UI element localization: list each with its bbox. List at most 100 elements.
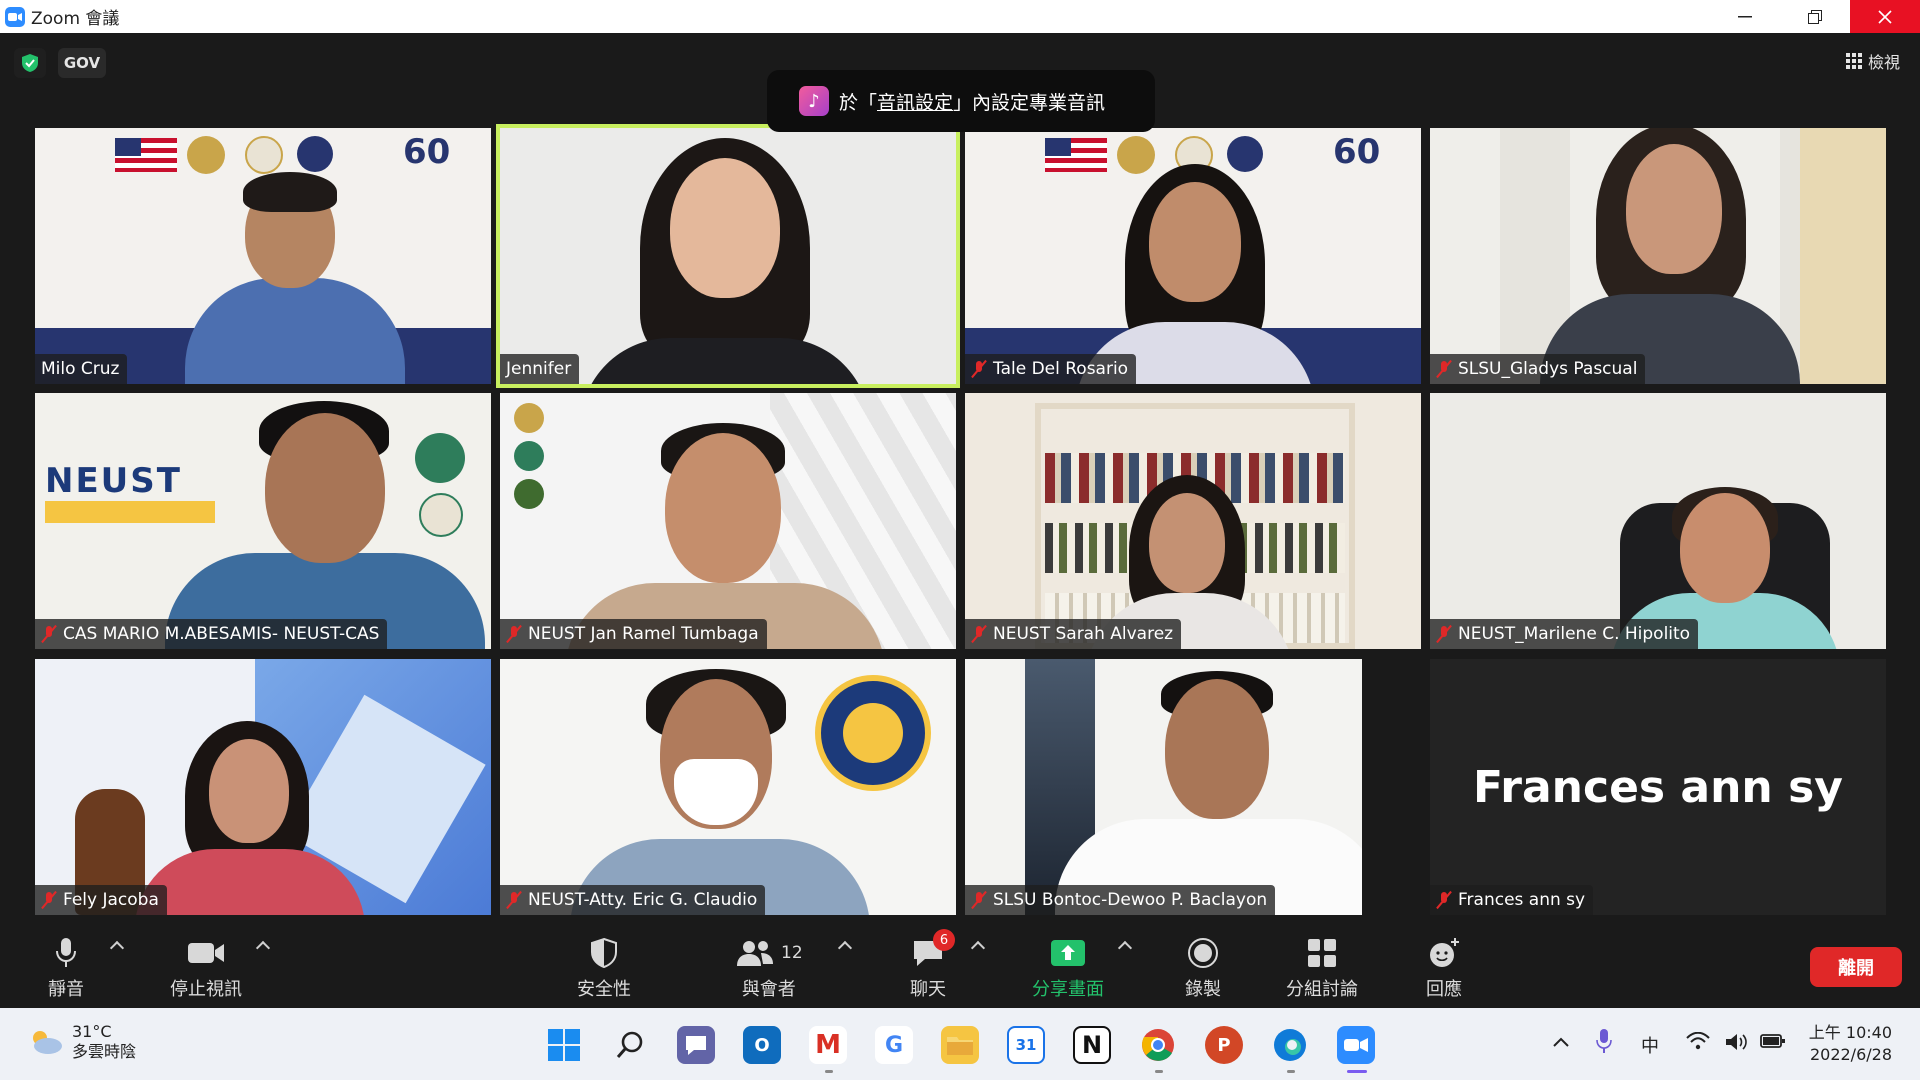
participant-name: Fely Jacoba bbox=[63, 890, 159, 910]
audio-settings-link[interactable]: 音訊設定 bbox=[877, 88, 953, 115]
share-screen-button[interactable]: 分享畫面 bbox=[1032, 933, 1104, 1001]
record-icon bbox=[1187, 933, 1219, 973]
stop-video-label: 停止視訊 bbox=[170, 979, 242, 1000]
breakout-rooms-button[interactable]: 分組討論 bbox=[1286, 933, 1358, 1001]
participant-name: CAS MARIO M.ABESAMIS- NEUST-CAS bbox=[63, 624, 380, 644]
powerpoint-icon[interactable]: P bbox=[1205, 1026, 1243, 1064]
participant-nameplate: Tale Del Rosario bbox=[965, 354, 1137, 384]
video-camera-icon bbox=[186, 933, 226, 973]
participant-nameplate: Milo Cruz bbox=[35, 354, 128, 384]
gov-badge[interactable]: GOV bbox=[58, 48, 106, 78]
weather-temperature: 31°C bbox=[72, 1022, 112, 1041]
video-tile-jennifer[interactable]: Jennifer bbox=[496, 124, 960, 388]
stop-video-button[interactable]: 停止視訊 bbox=[170, 933, 242, 1001]
chat-options-caret[interactable] bbox=[970, 940, 986, 956]
google-calendar-icon[interactable]: 31 bbox=[1007, 1026, 1045, 1064]
video-tile-eric-claudio[interactable]: NEUST-Atty. Eric G. Claudio bbox=[500, 659, 956, 915]
minimize-button[interactable] bbox=[1710, 0, 1780, 33]
mic-muted-icon bbox=[971, 625, 987, 643]
windows-start-icon[interactable] bbox=[545, 1026, 583, 1064]
view-button[interactable]: 檢視 bbox=[1845, 46, 1900, 76]
participant-nameplate: NEUST_Marilene C. Hipolito bbox=[1430, 619, 1699, 649]
title-bar: Zoom 會議 bbox=[0, 0, 1920, 33]
notice-prefix: 於「 bbox=[839, 91, 878, 114]
participant-name: NEUST Sarah Alvarez bbox=[993, 624, 1174, 644]
music-note-icon: ♪ bbox=[799, 86, 829, 116]
breakout-rooms-label: 分組討論 bbox=[1286, 979, 1358, 1000]
video-tile-milo-cruz[interactable]: 60 Milo Cruz bbox=[35, 128, 491, 384]
participant-nameplate: NEUST-Atty. Eric G. Claudio bbox=[500, 885, 766, 915]
participant-nameplate: CAS MARIO M.ABESAMIS- NEUST-CAS bbox=[35, 619, 388, 649]
mic-muted-icon bbox=[41, 891, 57, 909]
participants-icon: 12 bbox=[735, 933, 803, 973]
view-label: 檢視 bbox=[1867, 53, 1900, 72]
gmail-icon[interactable]: M bbox=[809, 1026, 847, 1064]
battery-charging-icon[interactable] bbox=[1760, 1032, 1786, 1055]
participant-name: Frances ann sy bbox=[1458, 890, 1586, 910]
participant-nameplate: Frances ann sy bbox=[1430, 885, 1594, 915]
security-shield-icon[interactable] bbox=[14, 48, 46, 78]
mic-muted-icon bbox=[971, 891, 987, 909]
video-tile-jan-ramel-tumbaga[interactable]: NEUST Jan Ramel Tumbaga bbox=[500, 393, 956, 649]
mic-muted-icon bbox=[1436, 625, 1452, 643]
reactions-label: 回應 bbox=[1426, 979, 1462, 1000]
microphone-tray-icon[interactable] bbox=[1596, 1028, 1612, 1059]
microphone-icon bbox=[53, 933, 79, 973]
video-tile-fely-jacoba[interactable]: Fely Jacoba bbox=[35, 659, 491, 915]
video-options-caret[interactable] bbox=[255, 940, 271, 956]
video-tile-sarah-alvarez[interactable]: NEUST Sarah Alvarez bbox=[965, 393, 1421, 649]
restore-button[interactable] bbox=[1780, 0, 1850, 33]
participant-name: SLSU_Gladys Pascual bbox=[1458, 359, 1638, 379]
chevron-up-icon[interactable] bbox=[1552, 1032, 1570, 1053]
weather-widget[interactable]: 31°C 多雲時陰 bbox=[28, 1022, 136, 1062]
participant-name: Milo Cruz bbox=[41, 359, 120, 379]
grid-view-icon bbox=[1845, 53, 1862, 69]
chat-icon: 6 bbox=[911, 929, 955, 973]
video-tile-gladys-pascual[interactable]: SLSU_Gladys Pascual bbox=[1430, 128, 1886, 384]
participant-name: Jennifer bbox=[506, 359, 572, 379]
video-tile-mario-abesamis[interactable]: NEUST CAS MARIO M.ABESAMIS- NEUST-CAS bbox=[35, 393, 491, 649]
notion-icon[interactable]: N bbox=[1073, 1026, 1111, 1064]
audio-options-caret[interactable] bbox=[109, 940, 125, 956]
video-tile-tale-del-rosario[interactable]: 60 Tale Del Rosario bbox=[965, 128, 1421, 384]
wifi-icon[interactable] bbox=[1686, 1031, 1710, 1055]
mic-muted-icon bbox=[1436, 891, 1452, 909]
window-title: Zoom 會議 bbox=[31, 9, 120, 29]
search-icon[interactable] bbox=[611, 1026, 649, 1064]
participant-name: NEUST Jan Ramel Tumbaga bbox=[528, 624, 759, 644]
google-translate-icon[interactable]: G bbox=[875, 1026, 913, 1064]
clock-date: 2022/6/28 bbox=[1809, 1045, 1892, 1064]
record-button[interactable]: 錄製 bbox=[1185, 933, 1221, 1001]
chrome-icon[interactable] bbox=[1139, 1026, 1177, 1064]
meeting-toolbar: 靜音 停止視訊 安全性 12 與會者 6 聊天 分享畫面 錄製 分組討論 回應 bbox=[0, 925, 1920, 1007]
teams-chat-icon[interactable] bbox=[677, 1026, 715, 1064]
mic-muted-icon bbox=[506, 891, 522, 909]
participants-button[interactable]: 12 與會者 bbox=[735, 933, 803, 1001]
participant-name: NEUST_Marilene C. Hipolito bbox=[1458, 624, 1691, 644]
system-clock[interactable]: 上午 10:40 2022/6/28 bbox=[1809, 1022, 1892, 1066]
edge-icon[interactable] bbox=[1271, 1026, 1309, 1064]
share-screen-icon bbox=[1050, 933, 1086, 973]
file-explorer-icon[interactable] bbox=[941, 1026, 979, 1064]
speaker-icon[interactable] bbox=[1724, 1032, 1748, 1057]
video-tile-dewoo-baclayon[interactable]: SLSU Bontoc-Dewoo P. Baclayon bbox=[965, 659, 1362, 915]
leave-meeting-button[interactable]: 離開 bbox=[1810, 947, 1902, 987]
video-tile-marilene-hipolito[interactable]: NEUST_Marilene C. Hipolito bbox=[1430, 393, 1886, 649]
mute-button[interactable]: 靜音 bbox=[48, 933, 84, 1001]
reactions-button[interactable]: 回應 bbox=[1426, 933, 1462, 1001]
smiley-plus-icon bbox=[1427, 933, 1461, 973]
zoom-taskbar-icon[interactable] bbox=[1337, 1026, 1375, 1064]
video-tile-frances-ann-sy[interactable]: Frances ann sy Frances ann sy bbox=[1430, 659, 1886, 915]
security-button[interactable]: 安全性 bbox=[577, 933, 631, 1001]
mic-muted-icon bbox=[506, 625, 522, 643]
participant-nameplate: SLSU Bontoc-Dewoo P. Baclayon bbox=[965, 885, 1276, 915]
share-options-caret[interactable] bbox=[1117, 940, 1133, 956]
mic-muted-icon bbox=[971, 360, 987, 378]
zoom-app-icon bbox=[5, 6, 25, 27]
chat-button[interactable]: 6 聊天 bbox=[910, 929, 955, 1001]
ime-indicator[interactable]: 中 bbox=[1641, 1032, 1659, 1058]
mic-muted-icon bbox=[41, 625, 57, 643]
participants-options-caret[interactable] bbox=[837, 940, 853, 956]
close-button[interactable] bbox=[1850, 0, 1920, 33]
outlook-icon[interactable]: O bbox=[743, 1026, 781, 1064]
